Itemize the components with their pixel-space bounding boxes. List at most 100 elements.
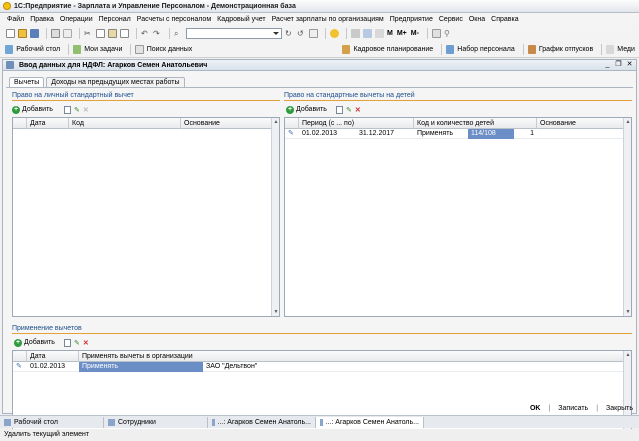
toolbar-separator — [136, 28, 137, 39]
paste-special-icon[interactable] — [120, 29, 129, 38]
left-copy-button[interactable] — [63, 105, 71, 114]
save-button[interactable]: Записать — [558, 405, 588, 412]
right-edit-button[interactable]: ✎ — [346, 106, 352, 114]
calculator-icon[interactable] — [363, 29, 372, 38]
menu-service[interactable]: Сервис — [439, 16, 463, 23]
apply-col-organization[interactable]: Применять вычеты в организации — [79, 351, 624, 362]
menu-hr[interactable]: Кадровый учет — [217, 16, 265, 23]
tools-icon[interactable]: ⚲ — [444, 29, 453, 38]
redo-icon[interactable]: ↷ — [153, 29, 162, 38]
right-add-button[interactable]: + Добавить — [286, 105, 327, 114]
vacation-schedule-button[interactable]: График отпусков — [539, 46, 593, 53]
task-desktop[interactable]: Рабочий стол — [0, 416, 104, 428]
row-apply-date[interactable]: 01.02.2013 — [27, 362, 79, 372]
paste-icon[interactable] — [108, 29, 117, 38]
task-employees[interactable]: Сотрудники — [104, 416, 208, 428]
recruitment-button[interactable]: Набор персонала — [457, 46, 514, 53]
scroll-up-icon[interactable]: ▲ — [272, 118, 280, 126]
save-icon[interactable] — [30, 29, 39, 38]
data-search-button[interactable]: Поиск данных — [147, 46, 193, 53]
left-grid-scrollbar[interactable]: ▲ ▼ — [271, 118, 279, 316]
memory-plus-button[interactable]: M+ — [397, 30, 407, 37]
desktop-button[interactable]: Рабочий стол — [16, 46, 60, 53]
window-icon[interactable] — [431, 29, 441, 38]
calendar-icon[interactable] — [375, 29, 384, 38]
copy-icon[interactable] — [96, 29, 105, 38]
toolbar-separator — [46, 28, 47, 39]
menu-edit[interactable]: Правка — [30, 16, 54, 23]
help-icon[interactable] — [330, 29, 339, 38]
left-delete-button[interactable]: ✕ — [83, 106, 89, 114]
menu-file[interactable]: Файл — [7, 16, 24, 23]
row-apply[interactable]: Применять — [414, 129, 468, 139]
undo-icon[interactable]: ↶ — [141, 29, 150, 38]
apply-edit-button[interactable]: ✎ — [74, 339, 80, 347]
right-grid[interactable]: Период (с ... по) Код и количество детей… — [284, 117, 632, 317]
table-row[interactable]: ✎ 01.02.2013 Применять ЗАО "Дельтвон" — [13, 361, 631, 372]
left-grid[interactable]: Дата Код Основание ▲ ▼ — [12, 117, 280, 317]
row-apply-action[interactable]: Применять — [79, 361, 203, 372]
find-prev-icon[interactable]: ↺ — [297, 29, 306, 38]
menu-personnel[interactable]: Персонал — [99, 16, 131, 23]
row-period-from[interactable]: 01.02.2013 — [299, 129, 356, 139]
hr-planning-button[interactable]: Кадровое планирование — [353, 46, 433, 53]
close-icon[interactable]: ✕ — [625, 61, 634, 69]
task-agarkov-2[interactable]: ...: Агарков Семен Анатоль... — [316, 416, 424, 428]
medical-button[interactable]: Меди — [617, 46, 635, 53]
maximize-icon[interactable]: ❐ — [614, 61, 623, 69]
right-copy-button[interactable] — [335, 105, 343, 114]
left-col-basis[interactable]: Основание — [181, 118, 271, 129]
tab-previous-income[interactable]: Доходы на предыдущих местах работы — [46, 77, 185, 87]
menu-payroll[interactable]: Расчет зарплаты по организациям — [272, 16, 384, 23]
task-agarkov-1[interactable]: ...: Агарков Семен Анатоль... — [208, 416, 316, 428]
menu-windows[interactable]: Окна — [469, 16, 485, 23]
right-col-code[interactable]: Код и количество детей — [414, 117, 537, 129]
menu-enterprise[interactable]: Предприятие — [390, 16, 433, 23]
menu-operations[interactable]: Операции — [60, 16, 93, 23]
memory-m-button[interactable]: M — [387, 30, 393, 37]
ndfl-form-window: Ввод данных для НДФЛ: Агарков Семен Анат… — [2, 59, 637, 441]
apply-col-date[interactable]: Дата — [27, 350, 79, 362]
right-grid-scrollbar[interactable]: ▲ ▼ — [623, 118, 631, 316]
left-col-code[interactable]: Код — [69, 117, 181, 129]
search-combo[interactable] — [186, 28, 282, 39]
preview-icon[interactable] — [63, 29, 72, 38]
left-edit-button[interactable]: ✎ — [74, 106, 80, 114]
minimize-icon[interactable]: _ — [603, 61, 612, 69]
tab-deductions[interactable]: Вычеты — [9, 77, 45, 87]
edit-icon: ✎ — [345, 106, 352, 114]
open-folder-icon[interactable] — [18, 29, 27, 38]
right-col-period[interactable]: Период (с ... по) — [299, 117, 414, 129]
apply-add-button[interactable]: + Добавить — [14, 338, 55, 347]
table-row[interactable]: ✎ 01.02.2013 31.12.2017 Применять 114/10… — [285, 128, 631, 139]
row-period-to[interactable]: 31.12.2017 — [356, 129, 414, 139]
find-options-icon[interactable] — [309, 29, 318, 38]
scroll-up-icon[interactable]: ▲ — [624, 351, 632, 359]
row-organization[interactable]: ЗАО "Дельтвон" — [203, 362, 403, 372]
left-col-date[interactable]: Дата — [27, 117, 69, 129]
left-add-button[interactable]: + Добавить — [12, 105, 53, 114]
scroll-down-icon[interactable]: ▼ — [272, 308, 280, 316]
scroll-down-icon[interactable]: ▼ — [624, 308, 632, 316]
row-deduction-code[interactable]: 114/108 — [468, 128, 514, 139]
apply-delete-button[interactable]: ✕ — [83, 339, 89, 347]
row-edit-icon: ✎ — [288, 129, 294, 137]
memory-minus-button[interactable]: M- — [411, 30, 419, 37]
find-next-icon[interactable]: ↻ — [285, 29, 294, 38]
print-icon[interactable] — [51, 29, 60, 38]
scroll-up-icon[interactable]: ▲ — [624, 118, 632, 126]
search-icon[interactable]: ⌕ — [174, 29, 183, 38]
new-document-icon[interactable] — [6, 29, 15, 38]
close-button[interactable]: Закрыть — [606, 405, 633, 412]
right-delete-button[interactable]: ✕ — [355, 106, 361, 114]
my-tasks-button[interactable]: Мои задачи — [84, 46, 122, 53]
ok-button[interactable]: OK — [530, 405, 541, 412]
right-col-basis[interactable]: Основание — [537, 118, 623, 129]
cut-icon[interactable]: ✂ — [84, 29, 93, 38]
left-panel-title: Право на личный стандартный вычет — [12, 92, 280, 101]
menu-help[interactable]: Справка — [491, 16, 518, 23]
apply-copy-button[interactable] — [63, 338, 71, 347]
menu-settlements[interactable]: Расчеты с персоналом — [137, 16, 211, 23]
table-icon[interactable] — [351, 29, 360, 38]
row-children-count[interactable]: 1 — [514, 129, 537, 139]
